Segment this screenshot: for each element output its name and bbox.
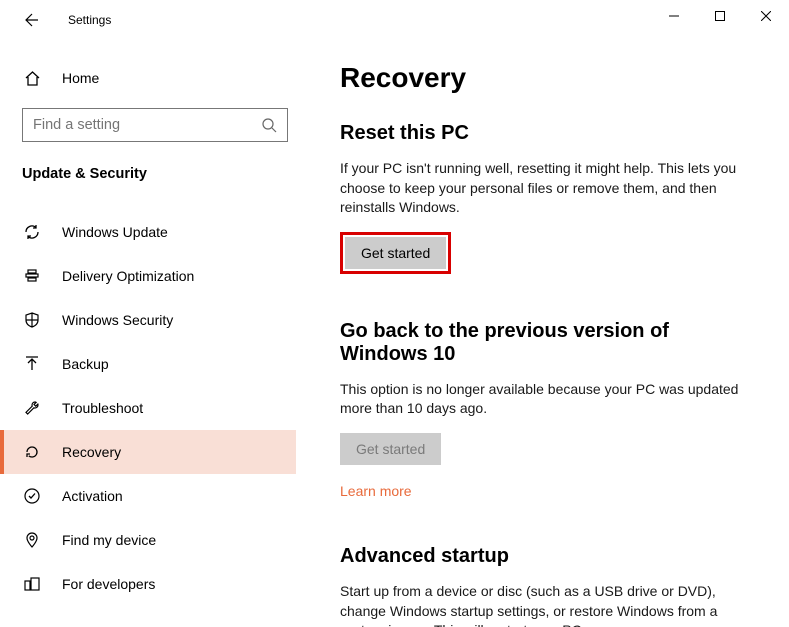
sidebar-item-label: For developers <box>62 576 155 592</box>
sidebar-item-label: Windows Update <box>62 224 168 240</box>
sidebar-item-troubleshoot[interactable]: Troubleshoot <box>0 386 296 430</box>
learn-more-link[interactable]: Learn more <box>340 483 412 499</box>
maximize-button[interactable] <box>697 0 743 32</box>
sidebar-item-windows-update[interactable]: Windows Update <box>0 210 296 254</box>
recovery-icon <box>22 442 42 462</box>
sidebar-item-label: Windows Security <box>62 312 173 328</box>
sidebar-item-backup[interactable]: Backup <box>0 342 296 386</box>
section-reset-pc: Reset this PC If your PC isn't running w… <box>340 122 759 274</box>
highlight-box: Get started <box>340 232 451 274</box>
main-content: Recovery Reset this PC If your PC isn't … <box>310 32 789 627</box>
sidebar-item-windows-security[interactable]: Windows Security <box>0 298 296 342</box>
page-title: Recovery <box>340 62 759 94</box>
minimize-button[interactable] <box>651 0 697 32</box>
reset-pc-title: Reset this PC <box>340 122 759 145</box>
search-input[interactable] <box>33 117 262 133</box>
sidebar: Settings Home Update & Security Windows … <box>0 32 310 627</box>
location-icon <box>22 530 42 550</box>
home-label: Home <box>62 70 99 86</box>
sidebar-item-label: Backup <box>62 356 109 372</box>
reset-pc-button[interactable]: Get started <box>345 237 446 269</box>
app-title: Settings <box>68 13 111 27</box>
sidebar-item-label: Activation <box>62 488 123 504</box>
section-go-back: Go back to the previous version of Windo… <box>340 320 759 499</box>
backup-icon <box>22 354 42 374</box>
search-input-container[interactable] <box>22 108 288 142</box>
refresh-icon <box>22 222 42 242</box>
shield-icon <box>22 310 42 330</box>
reset-pc-text: If your PC isn't running well, resetting… <box>340 159 759 218</box>
go-back-button: Get started <box>340 433 441 465</box>
sidebar-item-delivery-optimization[interactable]: Delivery Optimization <box>0 254 296 298</box>
sidebar-item-label: Delivery Optimization <box>62 268 194 284</box>
category-heading: Update & Security <box>14 166 296 182</box>
search-icon <box>262 118 277 133</box>
go-back-title: Go back to the previous version of Windo… <box>340 320 759 366</box>
sidebar-item-recovery[interactable]: Recovery <box>0 430 296 474</box>
sidebar-item-label: Troubleshoot <box>62 400 143 416</box>
back-icon[interactable] <box>20 11 40 29</box>
sidebar-item-find-my-device[interactable]: Find my device <box>0 518 296 562</box>
close-button[interactable] <box>743 0 789 32</box>
sidebar-item-label: Recovery <box>62 444 121 460</box>
check-circle-icon <box>22 486 42 506</box>
sidebar-home[interactable]: Home <box>14 58 296 98</box>
home-icon <box>22 70 42 87</box>
sidebar-item-activation[interactable]: Activation <box>0 474 296 518</box>
advanced-title: Advanced startup <box>340 545 759 568</box>
advanced-text: Start up from a device or disc (such as … <box>340 582 759 627</box>
sidebar-item-label: Find my device <box>62 532 156 548</box>
delivery-icon <box>22 266 42 286</box>
developers-icon <box>22 574 42 594</box>
sidebar-item-for-developers[interactable]: For developers <box>0 562 296 606</box>
go-back-text: This option is no longer available becau… <box>340 380 759 419</box>
section-advanced-startup: Advanced startup Start up from a device … <box>340 545 759 627</box>
wrench-icon <box>22 398 42 418</box>
